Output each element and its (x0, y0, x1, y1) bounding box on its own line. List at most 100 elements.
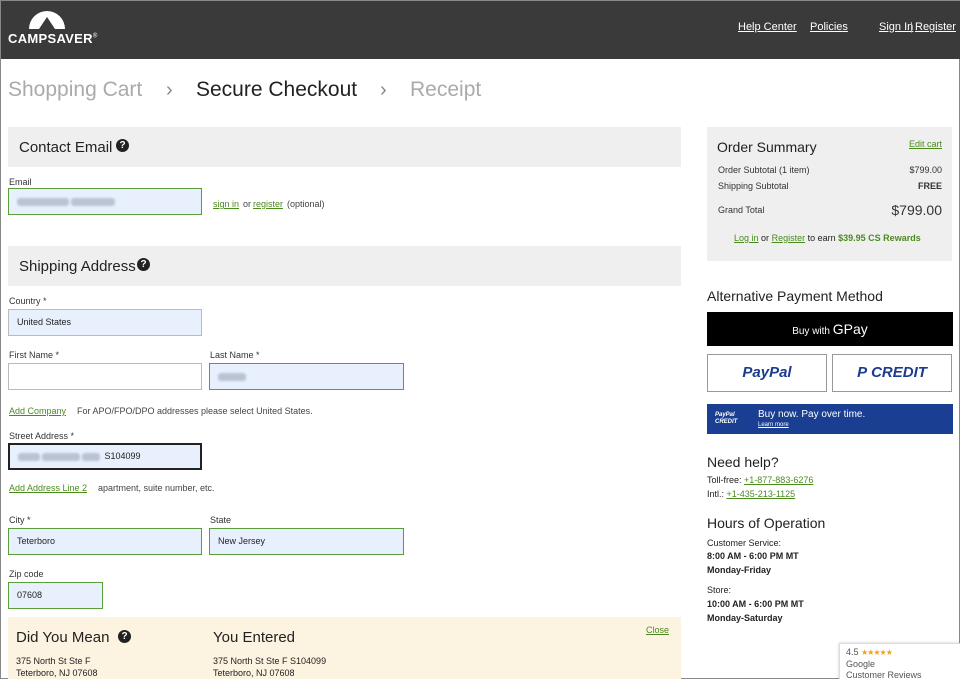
tollfree-phone-link[interactable]: +1-877-883-6276 (744, 475, 813, 485)
apo-note: For APO/FPO/DPO addresses please select … (77, 406, 313, 416)
help-center-link[interactable]: Help Center (738, 21, 797, 33)
breadcrumb-arrow: › (380, 79, 387, 101)
grand-total-value: $799.00 (891, 202, 942, 218)
rating-stars-icon: ★★★★★ (861, 648, 893, 657)
shipping-address-title: Shipping Address (19, 258, 136, 275)
top-navigation-bar: CAMPSAVER® Help Center Policies Sign In … (1, 1, 960, 59)
contact-email-header: Contact Email ? (8, 127, 681, 167)
last-name-input[interactable] (209, 363, 404, 390)
tollfree-line: Toll-free: +1-877-883-6276 (707, 475, 814, 485)
did-you-mean-title: Did You Mean (16, 629, 110, 646)
gpay-prefix: Buy with (792, 326, 830, 337)
shipping-subtotal-value: FREE (917, 181, 942, 191)
store-label: Store: (707, 585, 732, 595)
customer-service-days: Monday-Friday (707, 565, 772, 575)
zip-label: Zip code (9, 569, 44, 579)
entered-address-line2: Teterboro, NJ 07608 (213, 668, 295, 678)
close-suggestion-link[interactable]: Close (646, 625, 669, 635)
summary-log-in-link[interactable]: Log in (734, 233, 759, 243)
street-address-label: Street Address * (9, 431, 75, 441)
google-pay-button[interactable]: Buy with GPay (707, 312, 953, 346)
paypal-credit-banner[interactable]: PayPal CREDIT Buy now. Pay over time. Le… (707, 404, 953, 434)
redacted-email (17, 197, 69, 206)
google-g-icon: G (832, 321, 844, 337)
order-summary-panel: Order Summary Edit cart Order Subtotal (… (707, 127, 952, 261)
state-select[interactable]: New Jersey (209, 528, 404, 555)
suggested-address[interactable]: 375 North St Ste F Teterboro, NJ 07608 (16, 655, 98, 679)
email-sign-in-link[interactable]: sign in (213, 199, 239, 209)
last-name-label: Last Name * (210, 350, 260, 360)
breadcrumb-shopping-cart[interactable]: Shopping Cart (8, 78, 142, 102)
redacted-last-name (218, 372, 246, 381)
line2-note: apartment, suite number, etc. (98, 483, 215, 493)
breadcrumb-secure-checkout: Secure Checkout (196, 78, 358, 101)
edit-cart-link[interactable]: Edit cart (909, 139, 942, 149)
campsaver-logo[interactable]: CAMPSAVER® (8, 5, 98, 49)
optional-text: (optional) (287, 199, 325, 209)
help-question-icon[interactable]: ? (118, 630, 131, 643)
paypal-learn-more-link[interactable]: Learn more (758, 422, 789, 428)
breadcrumb-receipt: Receipt (410, 78, 482, 101)
register-link[interactable]: Register (915, 21, 956, 33)
first-name-input[interactable] (8, 363, 202, 390)
customer-service-label: Customer Service: (707, 538, 782, 548)
email-input[interactable] (8, 188, 202, 215)
street-address-input[interactable]: S104099 (8, 443, 202, 470)
shipping-subtotal-label: Shipping Subtotal (718, 181, 789, 191)
email-register-link[interactable]: register (253, 199, 283, 209)
store-days: Monday-Saturday (707, 613, 783, 623)
grand-total-label: Grand Total (718, 205, 765, 215)
store-time: 10:00 AM - 6:00 PM MT (707, 599, 804, 609)
suggested-address-line2: Teterboro, NJ 07608 (16, 668, 98, 678)
customer-service-time: 8:00 AM - 6:00 PM MT (707, 551, 799, 561)
sign-in-link[interactable]: Sign In (879, 21, 913, 33)
breadcrumb-arrow: › (166, 79, 173, 101)
paypal-credit-logo: PayPal CREDIT (715, 412, 738, 425)
rewards-amount: $39.95 CS Rewards (838, 233, 921, 243)
need-help-title: Need help? (707, 454, 779, 470)
header-divider: | (910, 21, 913, 33)
google-reviews-badge[interactable]: 4.5 ★★★★★ Google Customer Reviews (839, 643, 960, 679)
summary-register-link[interactable]: Register (772, 233, 806, 243)
state-label: State (210, 515, 232, 525)
shipping-address-header: Shipping Address ? (8, 246, 681, 286)
policies-link[interactable]: Policies (810, 21, 848, 33)
paypal-button[interactable]: PayPal (707, 354, 827, 392)
redacted-street (18, 452, 40, 461)
add-address-line2-link[interactable]: Add Address Line 2 (9, 483, 87, 493)
entered-address-line1: 375 North St Ste F S104099 (213, 656, 327, 666)
country-select[interactable]: United States (8, 309, 202, 336)
intl-phone-link[interactable]: +1-435-213-1125 (727, 489, 796, 499)
or-text: or (761, 233, 770, 243)
help-question-icon[interactable]: ? (137, 258, 150, 271)
redacted-street (42, 452, 80, 461)
city-input[interactable]: Teterboro (8, 528, 202, 555)
or-text: or (243, 199, 252, 209)
redacted-email (71, 197, 115, 206)
credit-text: CREDIT (871, 364, 927, 381)
alt-payment-title: Alternative Payment Method (707, 288, 883, 304)
entered-address[interactable]: 375 North St Ste F S104099 Teterboro, NJ… (213, 655, 326, 679)
brand-name: CAMPSAVER® (8, 31, 98, 46)
to-earn-text: to earn (807, 233, 836, 243)
city-label: City * (9, 515, 31, 525)
reviews-label: Google Customer Reviews (846, 659, 922, 679)
hours-title: Hours of Operation (707, 515, 826, 531)
you-entered-title: You Entered (213, 629, 296, 646)
paypal-p-icon: P (857, 364, 868, 381)
rewards-line: Log in or Register to earn $39.95 CS Rew… (734, 233, 921, 243)
street-suffix: S104099 (104, 451, 141, 461)
reviews-rating: 4.5 ★★★★★ (846, 647, 893, 657)
paypal-credit-button[interactable]: P CREDIT (832, 354, 952, 392)
first-name-label: First Name * (9, 350, 60, 360)
order-subtotal-value: $799.00 (909, 165, 942, 175)
country-label: Country * (9, 296, 47, 306)
order-subtotal-label: Order Subtotal (1 item) (718, 165, 810, 175)
zip-input[interactable]: 07608 (8, 582, 103, 609)
intl-line: Intl.: +1-435-213-1125 (707, 489, 796, 499)
suggested-address-line1: 375 North St Ste F (16, 656, 91, 666)
contact-email-title: Contact Email (19, 139, 113, 156)
add-company-link[interactable]: Add Company (9, 406, 66, 416)
help-question-icon[interactable]: ? (116, 139, 129, 152)
gpay-pay-text: Pay (843, 321, 868, 337)
